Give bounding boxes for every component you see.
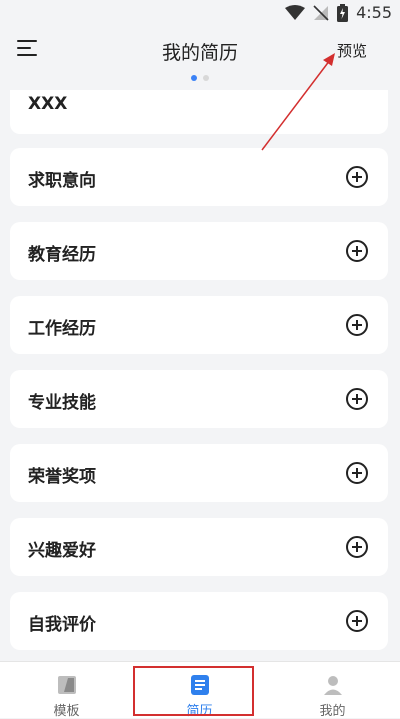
tab-template[interactable]: 模板 — [0, 662, 133, 719]
section-card-hobbies[interactable]: 兴趣爱好 — [10, 518, 388, 576]
add-circle-icon[interactable] — [346, 240, 368, 262]
add-circle-icon[interactable] — [346, 462, 368, 484]
section-card-job-intention[interactable]: 求职意向 — [10, 148, 388, 206]
user-icon — [323, 676, 342, 695]
personal-info-name: XXX — [28, 94, 68, 114]
resume-sections: XXX 求职意向 教育经历 工作经历 专业技能 荣誉奖项 兴趣爱好 自我评价 — [0, 90, 400, 662]
add-circle-icon[interactable] — [346, 166, 368, 188]
section-label: 教育经历 — [28, 245, 96, 265]
app-header: 我的简历 预览 — [0, 28, 400, 74]
page-indicator-dot-active — [191, 75, 197, 81]
preview-button[interactable]: 预览 — [337, 40, 367, 61]
section-card-self-evaluation[interactable]: 自我评价 — [10, 592, 388, 650]
tab-profile[interactable]: 我的 — [266, 662, 399, 719]
tab-label: 我的 — [319, 704, 346, 719]
section-label: 自我评价 — [28, 615, 96, 635]
add-circle-icon[interactable] — [346, 314, 368, 336]
add-circle-icon[interactable] — [346, 536, 368, 558]
wifi-icon — [285, 4, 306, 20]
tab-label: 模板 — [53, 704, 80, 719]
battery-charging-icon — [337, 3, 349, 22]
section-label: 工作经历 — [28, 319, 96, 339]
personal-info-card[interactable]: XXX — [10, 90, 388, 134]
page-indicator-dot — [203, 75, 209, 81]
section-label: 求职意向 — [28, 171, 96, 191]
section-card-work[interactable]: 工作经历 — [10, 296, 388, 354]
status-bar: 4:55 — [0, 0, 400, 28]
section-card-education[interactable]: 教育经历 — [10, 222, 388, 280]
section-card-skills[interactable]: 专业技能 — [10, 370, 388, 428]
page-indicator — [0, 75, 400, 81]
template-icon — [57, 676, 76, 694]
section-label: 专业技能 — [28, 393, 96, 413]
add-circle-icon[interactable] — [346, 388, 368, 410]
add-circle-icon[interactable] — [346, 610, 368, 632]
section-label: 兴趣爱好 — [28, 541, 96, 561]
no-signal-icon — [313, 4, 329, 21]
status-time: 4:55 — [356, 3, 392, 22]
section-label: 荣誉奖项 — [28, 467, 96, 487]
annotation-highlight-box — [133, 666, 254, 716]
section-card-honors[interactable]: 荣誉奖项 — [10, 444, 388, 502]
